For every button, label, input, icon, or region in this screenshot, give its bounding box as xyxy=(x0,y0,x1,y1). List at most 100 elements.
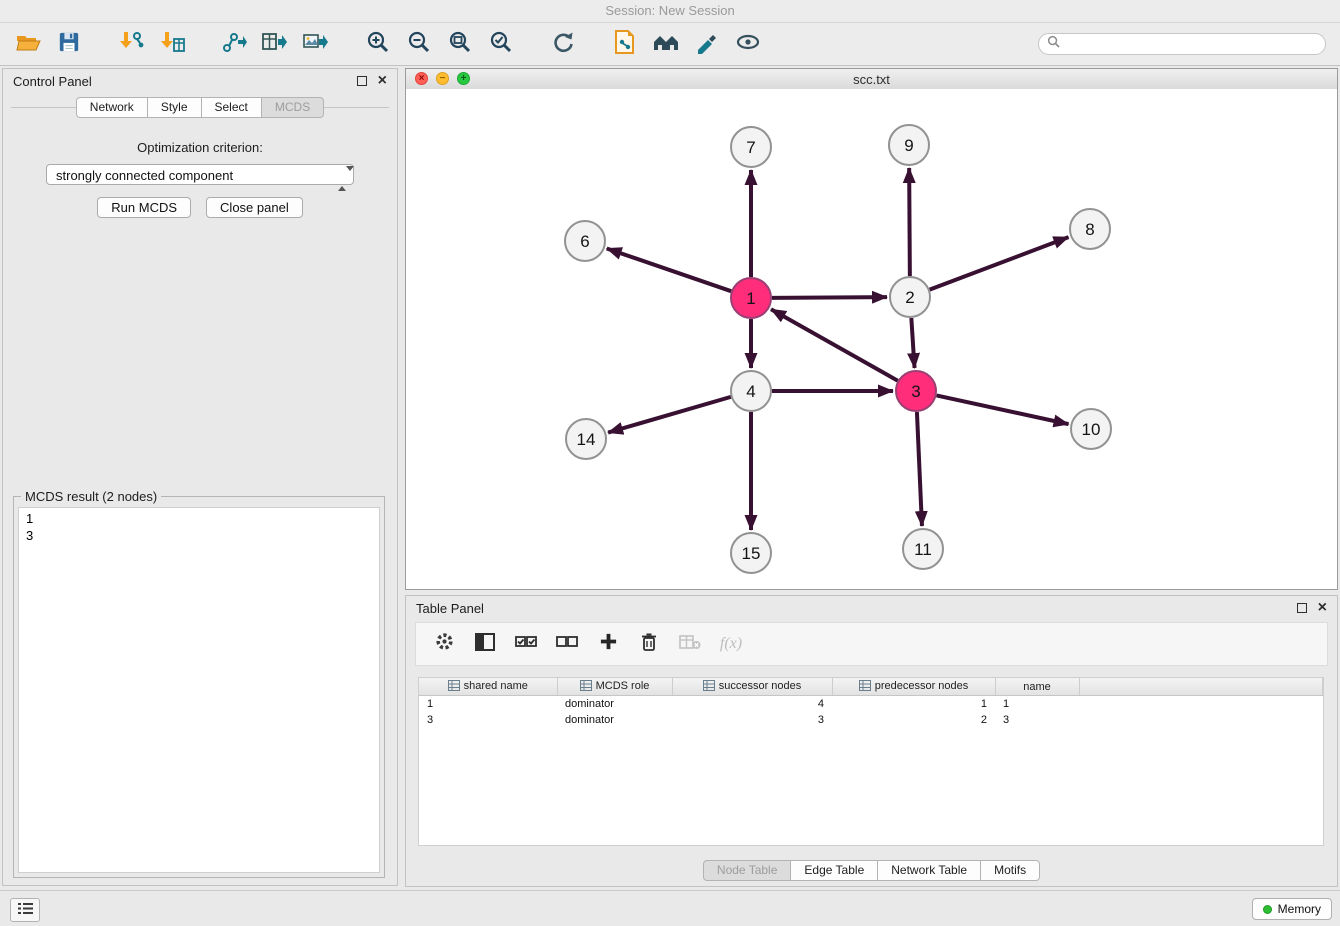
delete-table-icon xyxy=(679,634,701,655)
graph-node-2[interactable]: 2 xyxy=(890,277,930,317)
open-file-button[interactable] xyxy=(10,27,46,61)
graph-node-9[interactable]: 9 xyxy=(889,125,929,165)
function-builder-button[interactable]: f(x) xyxy=(719,632,743,656)
delete-table-button[interactable] xyxy=(678,632,702,656)
unselect-all-columns-button[interactable] xyxy=(555,632,579,656)
column-header-predecessor-nodes[interactable]: predecessor nodes xyxy=(832,678,995,696)
window-titlebar[interactable]: Session: New Session xyxy=(0,0,1340,23)
graph-node-14[interactable]: 14 xyxy=(566,419,606,459)
zoom-fit-button[interactable] xyxy=(442,27,478,61)
table-row[interactable]: 1dominator411 xyxy=(419,696,1323,713)
table-cell[interactable]: 1 xyxy=(832,696,995,713)
export-table-button[interactable] xyxy=(257,27,293,61)
graph-edge-4-14[interactable] xyxy=(608,397,731,433)
node-table-body: 1dominator4113dominator323 xyxy=(419,696,1323,729)
mcds-result-title: MCDS result (2 nodes) xyxy=(21,489,161,504)
tab-style[interactable]: Style xyxy=(147,97,202,118)
create-column-button[interactable] xyxy=(596,632,620,656)
import-table-button[interactable] xyxy=(154,27,190,61)
table-cell[interactable]: 3 xyxy=(419,712,557,728)
graph-edge-3-1[interactable] xyxy=(771,309,898,380)
graph-node-6[interactable]: 6 xyxy=(565,221,605,261)
memory-button[interactable]: Memory xyxy=(1252,898,1332,920)
minimize-window-icon[interactable]: − xyxy=(436,72,449,85)
graph-node-1[interactable]: 1 xyxy=(731,278,771,318)
table-cell[interactable]: 4 xyxy=(672,696,832,713)
refresh-view-button[interactable] xyxy=(545,27,581,61)
import-network-button[interactable] xyxy=(113,27,149,61)
table-settings-button[interactable] xyxy=(432,632,456,656)
table-cell[interactable]: 1 xyxy=(995,696,1079,713)
first-neighbors-button[interactable] xyxy=(648,27,684,61)
float-panel-icon[interactable] xyxy=(357,76,367,86)
export-network-button[interactable] xyxy=(216,27,252,61)
tab-motifs[interactable]: Motifs xyxy=(980,860,1040,881)
table-cell[interactable]: dominator xyxy=(557,696,672,713)
column-header-mcds-role[interactable]: MCDS role xyxy=(557,678,672,696)
float-table-panel-icon[interactable] xyxy=(1297,603,1307,613)
control-panel-header: Control Panel × xyxy=(3,69,397,93)
column-header-shared-name[interactable]: shared name xyxy=(419,678,557,696)
tab-node-table[interactable]: Node Table xyxy=(703,860,792,881)
search-box[interactable] xyxy=(1038,33,1326,55)
optimization-criterion-select[interactable]: strongly connected component xyxy=(46,164,354,185)
maximize-window-icon[interactable]: + xyxy=(457,72,470,85)
tab-network-table[interactable]: Network Table xyxy=(877,860,981,881)
open-network-file-button[interactable] xyxy=(607,27,643,61)
table-cell[interactable]: 3 xyxy=(672,712,832,728)
column-label: successor nodes xyxy=(719,680,802,692)
tab-select[interactable]: Select xyxy=(201,97,262,118)
column-header-name[interactable]: name xyxy=(995,678,1079,696)
mcds-result-list[interactable]: 13 xyxy=(18,507,380,873)
network-graph[interactable]: 7 9 6 8 1 2 4 3 14 10 15 11 xyxy=(406,89,1337,589)
apply-style-button[interactable] xyxy=(689,27,725,61)
run-mcds-button[interactable]: Run MCDS xyxy=(97,197,191,218)
close-panel-button[interactable]: Close panel xyxy=(206,197,303,218)
close-panel-icon[interactable]: × xyxy=(378,75,387,87)
table-cell[interactable]: 1 xyxy=(419,696,557,713)
graph-node-8[interactable]: 8 xyxy=(1070,209,1110,249)
graph-node-4[interactable]: 4 xyxy=(731,371,771,411)
show-columns-button[interactable] xyxy=(473,632,497,656)
refresh-icon xyxy=(551,30,575,59)
tab-mcds[interactable]: MCDS xyxy=(261,97,324,118)
select-all-columns-button[interactable] xyxy=(514,632,538,656)
eye-icon xyxy=(735,32,761,57)
table-row[interactable]: 3dominator323 xyxy=(419,712,1323,728)
save-session-button[interactable] xyxy=(51,27,87,61)
tab-network[interactable]: Network xyxy=(76,97,148,118)
graph-edge-1-6[interactable] xyxy=(607,248,731,291)
table-panel-header: Table Panel × xyxy=(406,596,1337,620)
graph-edge-2-3[interactable] xyxy=(911,318,914,368)
close-table-panel-icon[interactable]: × xyxy=(1318,602,1327,614)
graph-node-10[interactable]: 10 xyxy=(1071,409,1111,449)
search-input[interactable] xyxy=(1065,36,1317,52)
table-cell[interactable]: 2 xyxy=(832,712,995,728)
zoom-out-button[interactable] xyxy=(401,27,437,61)
table-cell[interactable]: 3 xyxy=(995,712,1079,728)
delete-column-button[interactable] xyxy=(637,632,661,656)
zoom-in-button[interactable] xyxy=(360,27,396,61)
graph-edge-3-10[interactable] xyxy=(937,395,1069,424)
control-panel-tabs: Network Style Select MCDS xyxy=(11,97,389,118)
graph-edge-2-9[interactable] xyxy=(909,168,910,276)
window-controls: × − + xyxy=(415,72,470,85)
graph-edge-1-2[interactable] xyxy=(772,297,887,298)
table-cell[interactable]: dominator xyxy=(557,712,672,728)
zoom-selected-button[interactable] xyxy=(483,27,519,61)
graph-node-7[interactable]: 7 xyxy=(731,127,771,167)
column-header-successor-nodes[interactable]: successor nodes xyxy=(672,678,832,696)
task-history-button[interactable] xyxy=(10,898,40,922)
graph-node-11[interactable]: 11 xyxy=(903,529,943,569)
graph-edge-3-11[interactable] xyxy=(917,412,922,526)
graph-edge-2-8[interactable] xyxy=(930,237,1069,289)
network-window-titlebar[interactable]: × − + scc.txt xyxy=(406,69,1337,90)
zoom-selected-icon xyxy=(489,30,513,59)
export-image-button[interactable] xyxy=(298,27,334,61)
tab-edge-table[interactable]: Edge Table xyxy=(790,860,878,881)
graph-node-15[interactable]: 15 xyxy=(731,533,771,573)
graph-node-3[interactable]: 3 xyxy=(896,371,936,411)
show-hide-button[interactable] xyxy=(730,27,766,61)
close-window-icon[interactable]: × xyxy=(415,72,428,85)
network-canvas[interactable]: 7 9 6 8 1 2 4 3 14 10 15 11 xyxy=(406,89,1337,589)
